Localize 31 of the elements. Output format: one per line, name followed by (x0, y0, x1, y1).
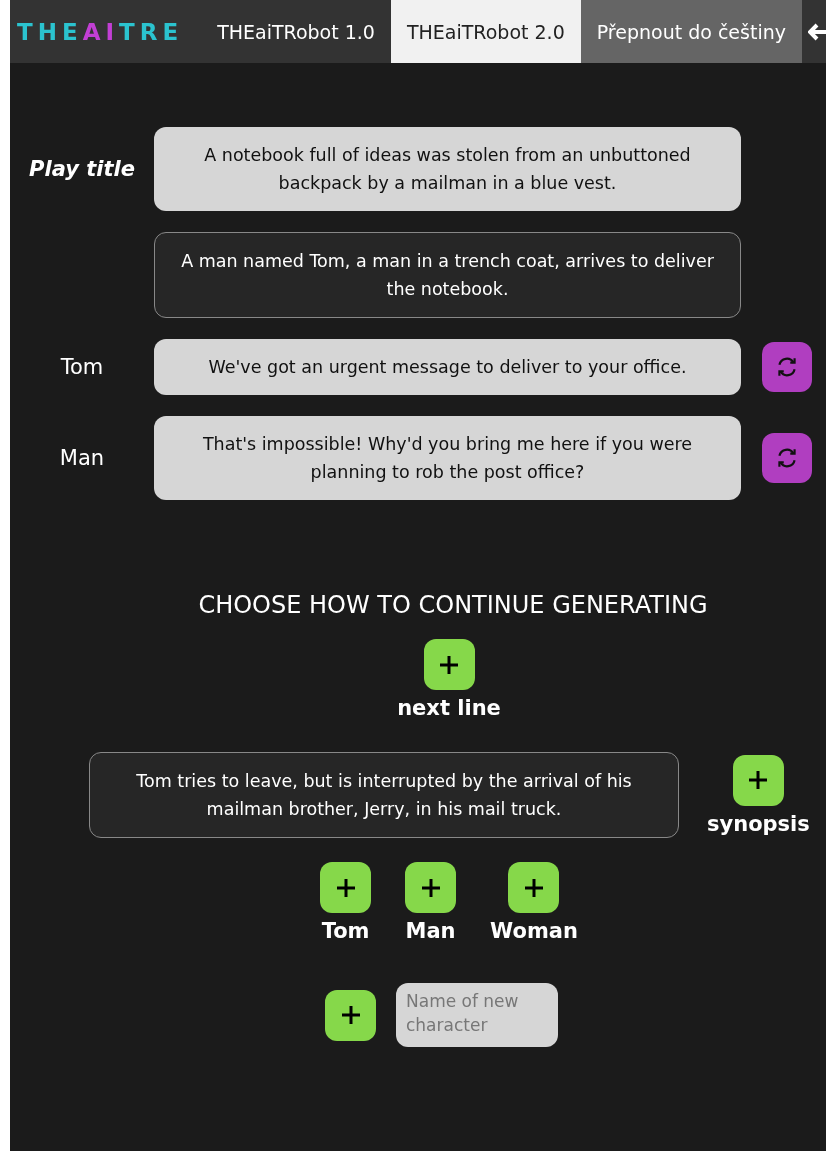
logo[interactable]: THE AI TRE (10, 0, 202, 63)
play-title-label: Play title (28, 157, 136, 181)
character-name: Tom (59, 355, 105, 379)
add-button[interactable] (423, 639, 475, 690)
character-name: Man (58, 446, 106, 470)
next-line-label: next line (397, 696, 501, 720)
synopsis-box[interactable]: A man named Tom, a man in a trench coat, arrives to deliver the notebook. (154, 232, 741, 318)
synopsis-box[interactable]: Tom tries to leave, but is interrupted by the arrival of his mailman brother, Jerry, in his mail truck. (89, 752, 679, 838)
language-tab[interactable]: Přepnout do češtiny (580, 0, 802, 63)
regenerate-button[interactable] (762, 433, 812, 483)
add-button[interactable] (405, 862, 457, 913)
plus-icon (523, 876, 545, 899)
back-arrow-icon[interactable] (808, 21, 826, 42)
add-button[interactable] (732, 754, 784, 806)
add-button[interactable] (325, 989, 376, 1041)
character-label: Man (405, 919, 456, 943)
plus-icon (339, 1004, 362, 1026)
new-character-field[interactable]: Name of new character (396, 983, 558, 1047)
character-label: Tom (321, 919, 370, 943)
section-heading: CHOOSE HOW TO CONTINUE GENERATING (197, 591, 709, 619)
plus-icon (334, 876, 357, 899)
plus-icon (747, 769, 770, 791)
character-label: Woman (490, 919, 578, 943)
play-title-box[interactable]: A notebook full of ideas was stolen from an unbuttoned backpack by a mailman in a blue vest. (154, 127, 741, 211)
plus-icon (419, 876, 442, 899)
regenerate-button[interactable] (762, 342, 812, 392)
version-tab[interactable]: THEaiTRobot 2.0 (390, 0, 581, 63)
synopsis-label: synopsis (707, 811, 810, 836)
plus-icon (438, 653, 460, 676)
add-button[interactable] (508, 862, 560, 913)
add-button[interactable] (320, 862, 372, 913)
